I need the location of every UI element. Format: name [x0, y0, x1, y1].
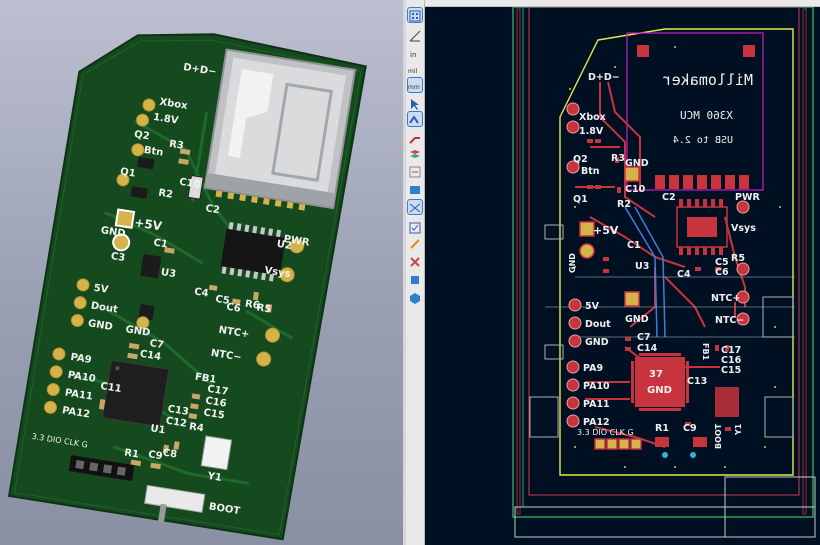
silk-3d-u1: U1	[150, 423, 167, 436]
board-title-2: USB to 2.4	[673, 135, 733, 146]
net-inspector-icon[interactable]	[408, 164, 422, 178]
pcb-label-r5: R5	[731, 253, 745, 264]
silk-3d-c8: C8	[162, 447, 178, 460]
3d-viewer[interactable]: D+D− Xbox 1.8V Q2 R3 Btn Q1 C10 R2 C2 U2…	[0, 0, 403, 545]
silk-3d-c1: C1	[153, 237, 169, 250]
sd-card-holder	[203, 48, 357, 211]
ic-u3	[140, 253, 162, 279]
pcb-label-boot: BOOT	[714, 423, 723, 449]
pcb-label-5v-pin: 5V	[585, 301, 600, 312]
silk-3d-c7: C7	[149, 338, 165, 351]
top-strip	[406, 0, 820, 7]
silk-3d-c9: C9	[147, 449, 163, 462]
polar-grid-icon[interactable]	[408, 28, 422, 42]
left-toolbar: in mil mm	[406, 0, 425, 545]
pcb-label-r2: R2	[617, 199, 631, 210]
pcb-label-gnd-left: GND	[568, 253, 577, 273]
svg-text:mm: mm	[408, 84, 420, 91]
pcb-label-gnd-low: GND	[585, 337, 609, 348]
silk-3d-r1: R1	[123, 447, 139, 460]
pcb-y1	[715, 387, 739, 417]
pcb-label-pa11: PA11	[583, 399, 610, 410]
3d-viewer-icon[interactable]	[408, 272, 422, 286]
svg-text:mil: mil	[408, 68, 418, 75]
cursor-icon[interactable]	[408, 96, 422, 110]
silk-3d-5v-pin: 5V	[93, 283, 109, 296]
pcb-label-dp-dm: D+D−	[588, 72, 620, 83]
highlight-net-icon[interactable]	[407, 111, 423, 127]
silk-3d-c3: C3	[110, 251, 126, 264]
3d-board-render: D+D− Xbox 1.8V Q2 R3 Btn Q1 C10 R2 C2 U2…	[7, 33, 367, 541]
units-inch-icon[interactable]: in	[408, 46, 422, 60]
pcb-label-xbox: Xbox	[579, 112, 606, 123]
silk-3d-c4: C4	[193, 286, 209, 299]
pcb-label-fb1: FB1	[701, 343, 710, 361]
chip-pin-count: 37	[649, 369, 663, 380]
pcb-label-c2: C2	[662, 192, 676, 203]
pcb-label-r3: R3	[611, 153, 625, 164]
silk-3d-r2: R2	[157, 188, 173, 201]
pcb-label-pa9: PA9	[583, 363, 603, 374]
chip-gnd: GND	[647, 385, 672, 396]
pcb-u2	[676, 199, 728, 255]
select-tool-icon[interactable]	[407, 7, 423, 23]
pcb-label-pa10: PA10	[583, 381, 610, 392]
pcb-label-u3: U3	[635, 261, 649, 272]
silk-3d-r3: R3	[168, 139, 184, 152]
pcb-label-dout: Dout	[585, 319, 611, 330]
pcb-label-c4: C4	[677, 269, 691, 280]
crystal-y1	[200, 435, 233, 471]
zone-icon[interactable]	[408, 182, 422, 196]
pcb-label-c10: C10	[625, 184, 646, 195]
pcb-label-btn: Btn	[581, 166, 600, 177]
pcb-label-c14: C14	[637, 343, 658, 354]
pcb-label-q2: Q2	[573, 154, 588, 165]
ratsnest-icon[interactable]	[407, 199, 423, 215]
units-mil-icon[interactable]: mil	[408, 62, 422, 76]
pcb-label-gnd-top: GND	[625, 158, 649, 169]
pcb-label-pa12: PA12	[583, 417, 610, 428]
via-icon[interactable]	[408, 236, 422, 250]
pcb-label-5v: +5V	[593, 224, 619, 237]
pcb-label-1v8: 1.8V	[579, 126, 604, 137]
pcb-label-ntc-minus: NTC−	[715, 315, 744, 326]
layers-icon[interactable]	[408, 146, 422, 160]
pcb-u1: 37 GND	[631, 353, 689, 411]
board-title-1: X360 MCU	[680, 109, 733, 122]
pcb-label-vsys: Vsys	[731, 223, 756, 234]
pcb-label-c15: C15	[721, 365, 741, 376]
silk-3d-c2: C2	[205, 203, 221, 216]
flip-board-icon[interactable]	[408, 254, 422, 268]
pcb-label-pwr: PWR	[735, 192, 760, 203]
pcb-canvas[interactable]: 37 GND Millomaker X360 MCU USB to 2.4 D+…	[425, 7, 820, 545]
pcb-label-c9: C9	[683, 423, 697, 434]
pcb-label-y1: Y1	[734, 423, 743, 436]
drc-icon[interactable]	[408, 220, 422, 234]
pcb-layout-render: 37 GND Millomaker X360 MCU USB to 2.4 D+…	[512, 7, 816, 538]
pcb-label-c1: C1	[627, 240, 641, 251]
pcb-label-c7: C7	[637, 332, 651, 343]
units-mm-icon[interactable]: mm	[407, 77, 423, 93]
route-track-icon[interactable]	[408, 130, 422, 144]
pcb-label-q1: Q1	[573, 194, 588, 205]
pcb-label-gnd-mid: GND	[625, 314, 649, 325]
polygon-icon[interactable]	[408, 290, 422, 304]
pcb-label-swd: 3.3 DIO CLK G	[577, 428, 634, 437]
silk-3d-c6: C6	[225, 302, 241, 315]
pcb-label-ntc-plus: NTC+	[711, 293, 740, 304]
silk-3d-u3: U3	[160, 267, 177, 280]
pcb-label-c6: C6	[715, 267, 729, 278]
silk-3d-r4: R4	[188, 421, 204, 434]
silk-3d-y1: Y1	[206, 471, 223, 484]
board-logo: Millomaker	[663, 71, 753, 89]
svg-text:in: in	[410, 51, 416, 59]
pcb-label-r1: R1	[655, 423, 669, 434]
silk-3d-r5: R5	[256, 302, 272, 315]
pcb-label-c13: C13	[687, 376, 707, 387]
